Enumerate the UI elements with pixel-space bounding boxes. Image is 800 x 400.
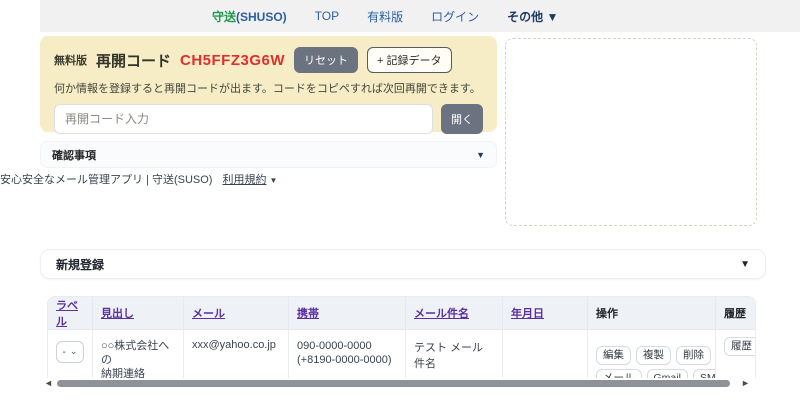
column-header-mail-subject[interactable]: メール件名: [414, 305, 469, 321]
edit-button[interactable]: 編集: [596, 346, 631, 365]
reset-button[interactable]: リセット: [294, 47, 359, 73]
nav-item-others-menu[interactable]: その他 ▼: [507, 8, 558, 25]
resume-code-panel: 無料版 再開コード CH5FFZ3G6W リセット + 記録データ 何か情報を登…: [40, 36, 497, 134]
caret-down-icon[interactable]: ▼: [476, 150, 485, 160]
caret-down-icon[interactable]: ▼: [270, 176, 278, 185]
gmail-button[interactable]: Gmail: [646, 369, 688, 378]
mail-button[interactable]: メール: [596, 369, 642, 378]
app-tagline: 安心安全なメール管理アプリ | 守送(SUSO) 利用規約 ▼: [0, 171, 277, 187]
resume-code-input[interactable]: [54, 104, 433, 134]
column-header-heading[interactable]: 見出し: [101, 305, 134, 321]
table-row: - ⌄ ○○株式会社への 納期連絡 xxx@yahoo.co.jp 090-00…: [48, 330, 755, 378]
nav-item-login[interactable]: ログイン: [431, 8, 479, 25]
column-header-label[interactable]: ラベル: [56, 297, 84, 329]
cell-actions: 編集 複製 削除 メール Gmail SM: [596, 339, 715, 378]
records-table: ラベル 見出し メール 携帯 メール件名 年月日 操作 履歴 - ⌄ ○○株式会…: [47, 296, 756, 378]
label-select[interactable]: - ⌄: [56, 341, 84, 363]
resume-code-header: 無料版 再開コード CH5FFZ3G6W リセット + 記録データ: [54, 47, 483, 73]
scroll-right-arrow-icon[interactable]: ►: [741, 378, 750, 388]
open-button[interactable]: 開く: [441, 104, 483, 134]
delete-button[interactable]: 削除: [676, 346, 711, 365]
nav-item-top[interactable]: TOP: [315, 9, 339, 23]
nav-brand[interactable]: 守送(SHUSO): [212, 8, 287, 25]
tagline-text: 安心安全なメール管理アプリ | 守送(SUSO): [0, 174, 213, 186]
cell-email: xxx@yahoo.co.jp: [192, 339, 276, 351]
resume-code-value: CH5FFZ3G6W: [180, 51, 286, 69]
page: 守送(SHUSO) TOP 有料版 ログイン その他 ▼ 無料版 再開コード C…: [0, 0, 800, 400]
confirm-section-header[interactable]: 確認事項 ▼: [40, 141, 497, 168]
cell-mail-subject: テスト メール 件名: [414, 342, 484, 370]
resume-code-description: 何か情報を登録すると再開コードが出ます。コードをコピペすれば次回再開できます。: [54, 83, 481, 95]
content-placeholder-box: [505, 38, 757, 226]
duplicate-button[interactable]: 複製: [636, 346, 671, 365]
caret-down-icon[interactable]: ▼: [740, 259, 750, 270]
cell-phone: 090-0000-0000 (+8190-0000-0000): [297, 340, 392, 366]
table-header-row: ラベル 見出し メール 携帯 メール件名 年月日 操作 履歴: [48, 297, 755, 330]
register-section-title: 新規登録: [56, 257, 105, 272]
register-section-header[interactable]: 新規登録 ▼: [40, 249, 766, 279]
terms-link[interactable]: 利用規約: [222, 174, 266, 186]
horizontal-scrollbar-thumb[interactable]: [57, 380, 730, 387]
confirm-section-title: 確認事項: [52, 149, 96, 162]
nav-item-paid-version[interactable]: 有料版: [367, 8, 403, 25]
record-data-button[interactable]: + 記録データ: [367, 47, 452, 73]
resume-code-input-row: 開く: [54, 104, 483, 134]
top-nav: 守送(SHUSO) TOP 有料版 ログイン その他 ▼: [40, 0, 800, 32]
label-select-value: -: [62, 346, 66, 358]
column-header-email[interactable]: メール: [192, 305, 225, 321]
sms-button[interactable]: SM: [692, 369, 715, 378]
column-header-history: 履歴: [724, 308, 746, 320]
column-header-date[interactable]: 年月日: [511, 305, 544, 321]
column-header-actions: 操作: [596, 308, 618, 320]
resume-code-title: 再開コード: [96, 52, 172, 70]
chevron-down-icon: ⌄: [69, 345, 78, 356]
cell-heading: ○○株式会社への 納期連絡: [101, 340, 170, 378]
history-button[interactable]: 履歴: [724, 337, 755, 356]
scroll-left-arrow-icon[interactable]: ◄: [44, 378, 53, 388]
brand-name: 守送: [212, 9, 237, 24]
column-header-phone[interactable]: 携帯: [297, 305, 319, 321]
plan-badge: 無料版: [54, 55, 87, 67]
brand-suffix: (SHUSO): [236, 9, 287, 24]
